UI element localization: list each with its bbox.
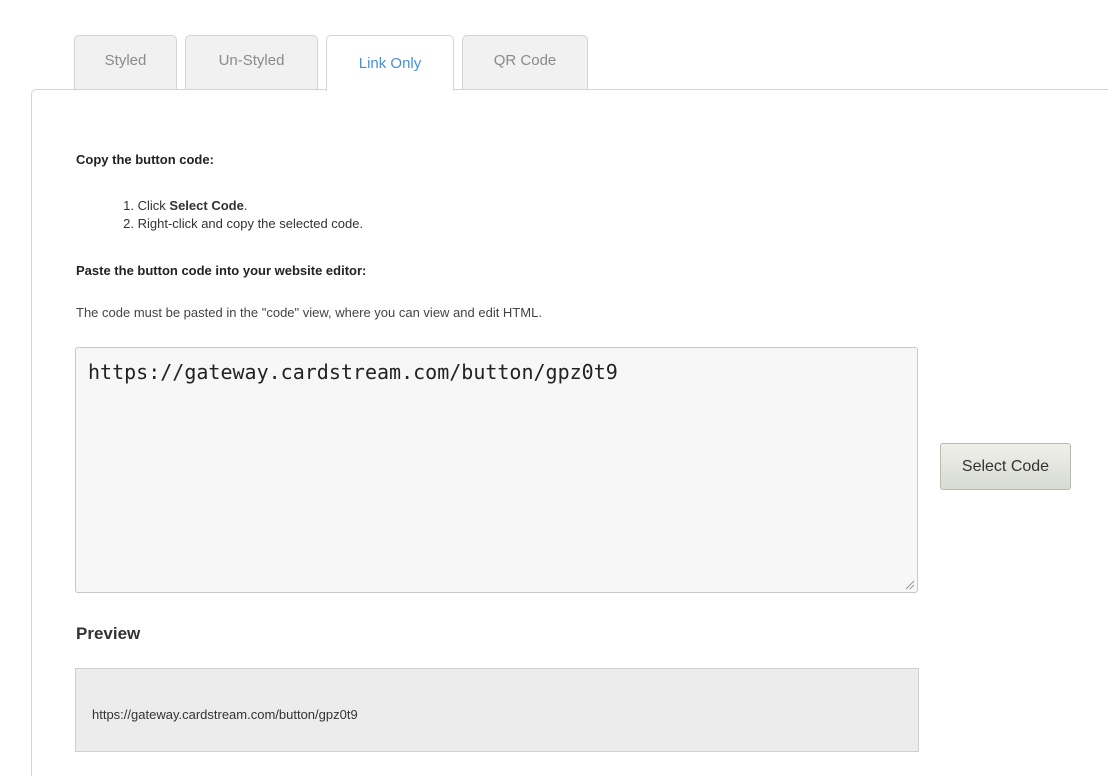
step-text: Right-click and copy the selected code.	[137, 216, 364, 231]
instruction-step: 2. Right-click and copy the selected cod…	[104, 215, 363, 233]
tab-link-only[interactable]: Link Only	[326, 35, 454, 91]
copy-heading: Copy the button code:	[76, 152, 214, 167]
paste-heading: Paste the button code into your website …	[76, 263, 367, 278]
preview-heading: Preview	[76, 624, 141, 643]
resize-grip-icon[interactable]	[903, 578, 915, 590]
tab-qr-code[interactable]: QR Code	[462, 35, 588, 89]
step-number: 2.	[123, 216, 134, 231]
tab-un-styled[interactable]: Un-Styled	[185, 35, 318, 89]
preview-link-text: https://gateway.cardstream.com/button/gp…	[92, 707, 358, 722]
instruction-step: 1. Click Select Code.	[104, 197, 363, 215]
instruction-list: 1. Click Select Code. 2. Right-click and…	[104, 197, 363, 233]
step-number: 1.	[123, 198, 134, 213]
step-bold-text: Select Code	[169, 198, 244, 213]
step-text: Click	[137, 198, 170, 213]
paste-note: The code must be pasted in the "code" vi…	[76, 305, 542, 320]
tab-bar: Styled Un-Styled Link Only QR Code	[74, 35, 596, 91]
preview-box: https://gateway.cardstream.com/button/gp…	[75, 668, 919, 752]
step-suffix: .	[243, 198, 248, 213]
select-code-button[interactable]: Select Code	[940, 443, 1071, 490]
code-textarea[interactable]	[75, 347, 918, 593]
page: Styled Un-Styled Link Only QR Code Copy …	[0, 0, 1108, 776]
tab-styled[interactable]: Styled	[74, 35, 177, 89]
